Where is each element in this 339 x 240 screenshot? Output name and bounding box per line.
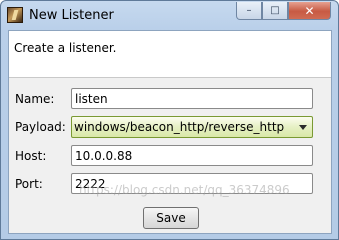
title-bar[interactable]: New Listener – □ ✕ bbox=[1, 1, 338, 30]
description-text: Create a listener. bbox=[14, 41, 117, 55]
close-button[interactable]: ✕ bbox=[288, 2, 331, 20]
maximize-button[interactable]: □ bbox=[262, 2, 288, 20]
window-controls: – □ ✕ bbox=[236, 2, 331, 20]
payload-row: Payload: windows/beacon_http/reverse_htt… bbox=[9, 116, 331, 138]
host-field[interactable] bbox=[71, 145, 313, 166]
name-row: Name: bbox=[9, 88, 331, 110]
dialog-window: New Listener – □ ✕ Create a listener. Na… bbox=[0, 0, 339, 240]
name-field[interactable] bbox=[71, 88, 313, 109]
save-button[interactable]: Save bbox=[143, 207, 199, 229]
host-label: Host: bbox=[15, 149, 47, 163]
port-field[interactable] bbox=[71, 173, 313, 194]
name-label: Name: bbox=[15, 92, 55, 106]
app-icon bbox=[7, 7, 23, 23]
chevron-down-icon[interactable] bbox=[299, 125, 307, 130]
port-label: Port: bbox=[15, 177, 43, 191]
host-row: Host: bbox=[9, 145, 331, 167]
description-panel: Create a listener. bbox=[9, 31, 331, 78]
dialog-body: Create a listener. Name: Payload: window… bbox=[8, 30, 332, 234]
port-row: Port: bbox=[9, 173, 331, 195]
payload-label: Payload: bbox=[15, 120, 66, 134]
minimize-button[interactable]: – bbox=[236, 2, 262, 20]
payload-selected-value: windows/beacon_http/reverse_http bbox=[74, 120, 285, 134]
payload-select[interactable]: windows/beacon_http/reverse_http bbox=[71, 116, 313, 138]
window-title: New Listener bbox=[29, 8, 114, 23]
